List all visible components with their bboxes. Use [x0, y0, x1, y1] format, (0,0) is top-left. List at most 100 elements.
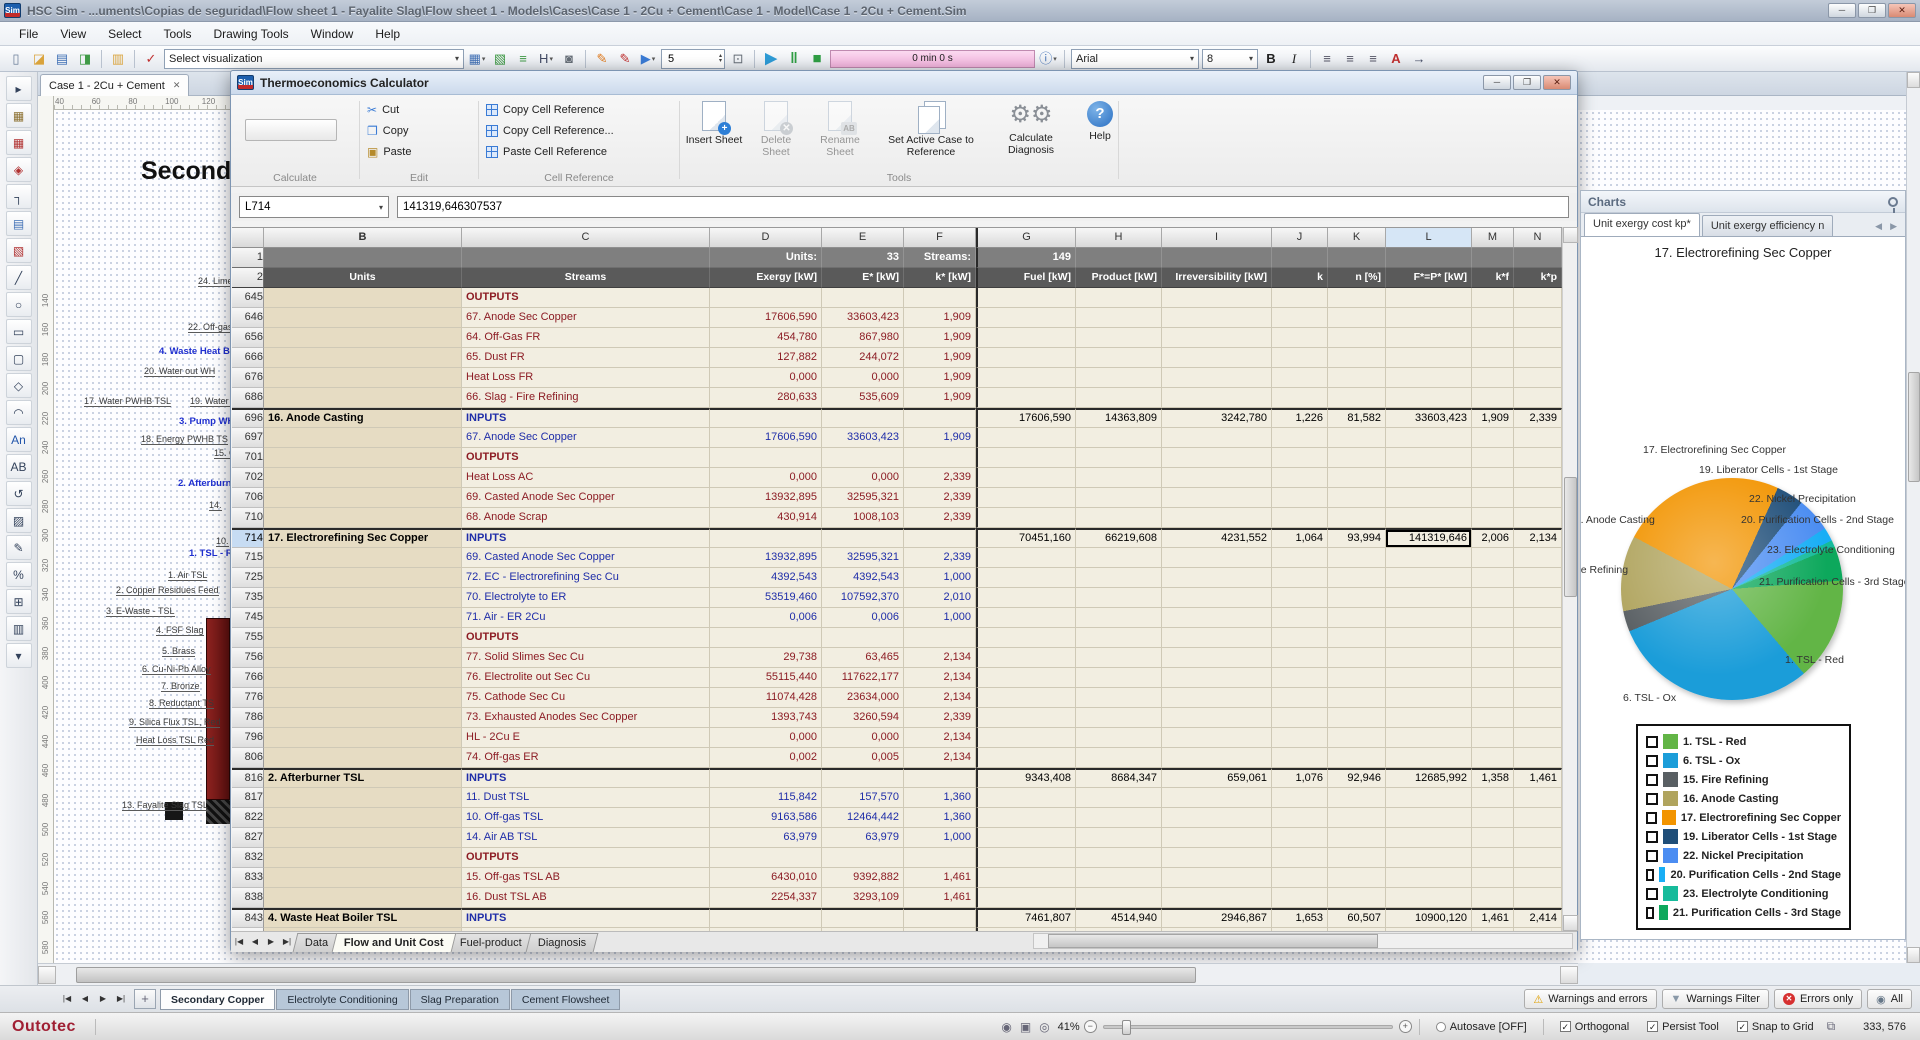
- arc-tool-icon[interactable]: ◠: [6, 400, 32, 425]
- sheet-cell[interactable]: [1272, 568, 1328, 588]
- sheet-cell[interactable]: [710, 448, 822, 468]
- sort-icon[interactable]: ≡: [513, 49, 533, 69]
- sheet-cell[interactable]: 12685,992: [1386, 768, 1472, 788]
- tab-scroll-right-icon[interactable]: ▶: [1890, 221, 1897, 232]
- sheet-cell[interactable]: 53519,460: [710, 588, 822, 608]
- sheet-cell[interactable]: [1514, 588, 1562, 608]
- sheet-cell[interactable]: [976, 468, 1076, 488]
- sheet-cell[interactable]: [1328, 728, 1386, 748]
- table-grid-icon[interactable]: ▦▾: [467, 49, 487, 69]
- warnings-and-errors-button[interactable]: ⚠Warnings and errors: [1524, 989, 1656, 1009]
- sheet-cell[interactable]: k* [kW]: [904, 268, 976, 288]
- spreadsheet-horizontal-scrollbar[interactable]: [1033, 933, 1573, 949]
- sheet-cell[interactable]: [1472, 248, 1514, 268]
- scroll-right-icon[interactable]: [1560, 966, 1578, 984]
- sheet-cell[interactable]: [976, 868, 1076, 888]
- row-header[interactable]: 710: [232, 508, 264, 528]
- autosave-toggle[interactable]: Autosave [OFF]: [1436, 1021, 1527, 1033]
- sheet-cell[interactable]: 1,909: [904, 348, 976, 368]
- menu-select[interactable]: Select: [97, 24, 152, 44]
- sheet-cell[interactable]: [1386, 308, 1472, 328]
- sheet-cell[interactable]: 157,570: [822, 788, 904, 808]
- copy-cell-reference-button[interactable]: Copy Cell Reference...: [480, 120, 678, 141]
- sheet-cell[interactable]: 2,339: [904, 508, 976, 528]
- sheet-cell[interactable]: [1162, 328, 1272, 348]
- info-icon[interactable]: ⓘ▾: [1038, 49, 1058, 69]
- row-header[interactable]: 715: [232, 548, 264, 568]
- font-color-icon[interactable]: A: [1386, 49, 1406, 69]
- sheet-cell[interactable]: 16. Anode Casting: [264, 408, 462, 428]
- sheet-cell[interactable]: [1386, 688, 1472, 708]
- sheet-cell[interactable]: 67. Anode Sec Copper: [462, 428, 710, 448]
- sheet-tab-secondary-copper[interactable]: Secondary Copper: [160, 989, 275, 1010]
- save-icon[interactable]: ▤: [52, 49, 72, 69]
- sheet-cell[interactable]: [1162, 808, 1272, 828]
- sheet-cell[interactable]: [976, 708, 1076, 728]
- sheet-cell[interactable]: [904, 448, 976, 468]
- layers-tool-icon[interactable]: ▥: [6, 616, 32, 641]
- sheet-cell[interactable]: [1514, 288, 1562, 308]
- sheet-cell[interactable]: 15. Off-gas TSL AB: [462, 868, 710, 888]
- sheet-cell[interactable]: [1386, 748, 1472, 768]
- sheet-cell[interactable]: B: [264, 228, 462, 248]
- all-button[interactable]: ◉All: [1867, 989, 1912, 1009]
- sheet-cell[interactable]: [264, 368, 462, 388]
- row-header[interactable]: 756: [232, 648, 264, 668]
- zoom-out-icon[interactable]: −: [1084, 1020, 1097, 1033]
- sheet-cell[interactable]: [1272, 668, 1328, 688]
- sheet-cell[interactable]: [1328, 888, 1386, 908]
- sheet-cell[interactable]: 3242,780: [1162, 408, 1272, 428]
- sheet-cell[interactable]: [1272, 688, 1328, 708]
- sheet-cell[interactable]: [1328, 368, 1386, 388]
- diamond-tool-icon[interactable]: ◈: [6, 157, 32, 182]
- row-header[interactable]: 706: [232, 488, 264, 508]
- copy-cell-referencebutton[interactable]: Copy Cell Reference: [480, 99, 678, 120]
- sheet-cell[interactable]: Irreversibility [kW]: [1162, 268, 1272, 288]
- sheet-cell[interactable]: [1076, 708, 1162, 728]
- sheet-cell[interactable]: [1162, 348, 1272, 368]
- app-horizontal-scrollbar[interactable]: [38, 963, 1578, 985]
- sheet-cell[interactable]: [1472, 648, 1514, 668]
- sheet-cell[interactable]: [1162, 428, 1272, 448]
- sheet-cell[interactable]: [264, 668, 462, 688]
- sheet-cell[interactable]: 70451,160: [976, 528, 1076, 548]
- sheet-cell[interactable]: 117622,177: [822, 668, 904, 688]
- sheet-cell[interactable]: [1272, 808, 1328, 828]
- sheet-cell[interactable]: 6430,010: [710, 868, 822, 888]
- sheet-cell[interactable]: [904, 628, 976, 648]
- sheet-cell[interactable]: [264, 508, 462, 528]
- sheet-cell[interactable]: 2. Afterburner TSL: [264, 768, 462, 788]
- sheet-cell[interactable]: Units:: [710, 248, 822, 268]
- sheet-cell[interactable]: 55115,440: [710, 668, 822, 688]
- sheet-cell[interactable]: 1,909: [904, 428, 976, 448]
- sheet-cell[interactable]: 10900,120: [1386, 908, 1472, 928]
- sheet-tab-slag-preparation[interactable]: Slag Preparation: [410, 989, 510, 1010]
- h-diagram-icon[interactable]: H▾: [536, 49, 556, 69]
- rotate-tool-icon[interactable]: ↺: [6, 481, 32, 506]
- sheet-cell[interactable]: [976, 668, 1076, 688]
- row-header[interactable]: 1: [232, 248, 264, 268]
- sheet-cell[interactable]: [1328, 808, 1386, 828]
- new-file-icon[interactable]: ▯: [6, 49, 26, 69]
- tab-case-1[interactable]: Case 1 - 2Cu + Cement ✕: [40, 74, 189, 96]
- sheet-cell[interactable]: [976, 428, 1076, 448]
- sheet-cell[interactable]: [1272, 648, 1328, 668]
- sheet-cell[interactable]: 2,339: [1514, 408, 1562, 428]
- sheet-cell[interactable]: 430,914: [710, 508, 822, 528]
- snapshot-icon[interactable]: ⊡: [728, 49, 748, 69]
- row-header[interactable]: 786: [232, 708, 264, 728]
- sheet-cell[interactable]: 1,461: [904, 888, 976, 908]
- sheet-cell[interactable]: [1162, 748, 1272, 768]
- menu-tools[interactable]: Tools: [153, 24, 203, 44]
- row-header[interactable]: 833: [232, 868, 264, 888]
- sheet-cell[interactable]: 2,339: [904, 488, 976, 508]
- sheet-cell[interactable]: 0,006: [822, 608, 904, 628]
- sheet-cell[interactable]: [1076, 248, 1162, 268]
- toggle-snap-to-grid[interactable]: ✓Snap to Grid: [1737, 1021, 1814, 1033]
- warnings-filter-button[interactable]: ▼Warnings Filter: [1662, 989, 1769, 1009]
- sheet-cell[interactable]: [1076, 388, 1162, 408]
- play-small-icon[interactable]: ▶▾: [638, 49, 658, 69]
- sheet-cell[interactable]: [1472, 748, 1514, 768]
- sheet-cell[interactable]: 4514,940: [1076, 908, 1162, 928]
- sheet-cell[interactable]: [1514, 828, 1562, 848]
